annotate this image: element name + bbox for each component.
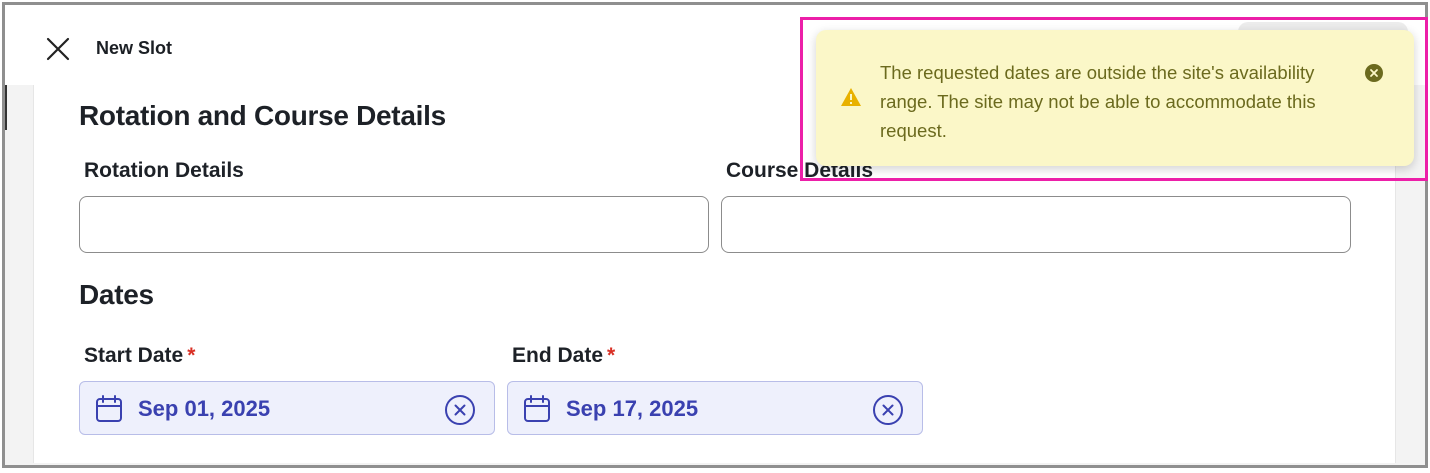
section-title-rotation: Rotation and Course Details xyxy=(79,100,446,131)
end-date-label-text: End Date xyxy=(512,344,604,367)
warning-toast: The requested dates are outside the site… xyxy=(816,30,1414,166)
close-button[interactable] xyxy=(44,35,72,63)
required-asterisk: * xyxy=(187,344,196,367)
start-date-label-text: Start Date xyxy=(84,344,184,367)
clear-circle-icon[interactable] xyxy=(444,394,476,426)
rotation-details-input[interactable] xyxy=(79,196,709,253)
calendar-icon xyxy=(524,395,550,422)
warning-triangle-icon xyxy=(841,88,861,106)
clear-circle-icon[interactable] xyxy=(872,394,904,426)
start-date-picker[interactable]: Sep 01, 2025 xyxy=(79,381,495,435)
start-date-value: Sep 01, 2025 xyxy=(138,396,271,421)
end-date-value: Sep 17, 2025 xyxy=(566,396,699,421)
end-date-picker[interactable]: Sep 17, 2025 xyxy=(507,381,923,435)
course-details-input[interactable] xyxy=(721,196,1351,253)
section-title-dates: Dates xyxy=(79,279,154,310)
close-icon xyxy=(46,37,70,61)
calendar-icon xyxy=(96,395,122,422)
required-asterisk: * xyxy=(607,344,616,367)
dialog-title: New Slot xyxy=(96,38,173,58)
warning-message: The requested dates are outside the site… xyxy=(880,62,1316,141)
dismiss-icon[interactable] xyxy=(1364,63,1384,83)
divider xyxy=(5,85,7,130)
start-date-label: Start Date * xyxy=(84,344,195,368)
rotation-details-label: Rotation Details xyxy=(84,159,244,182)
end-date-label: End Date * xyxy=(512,344,615,368)
